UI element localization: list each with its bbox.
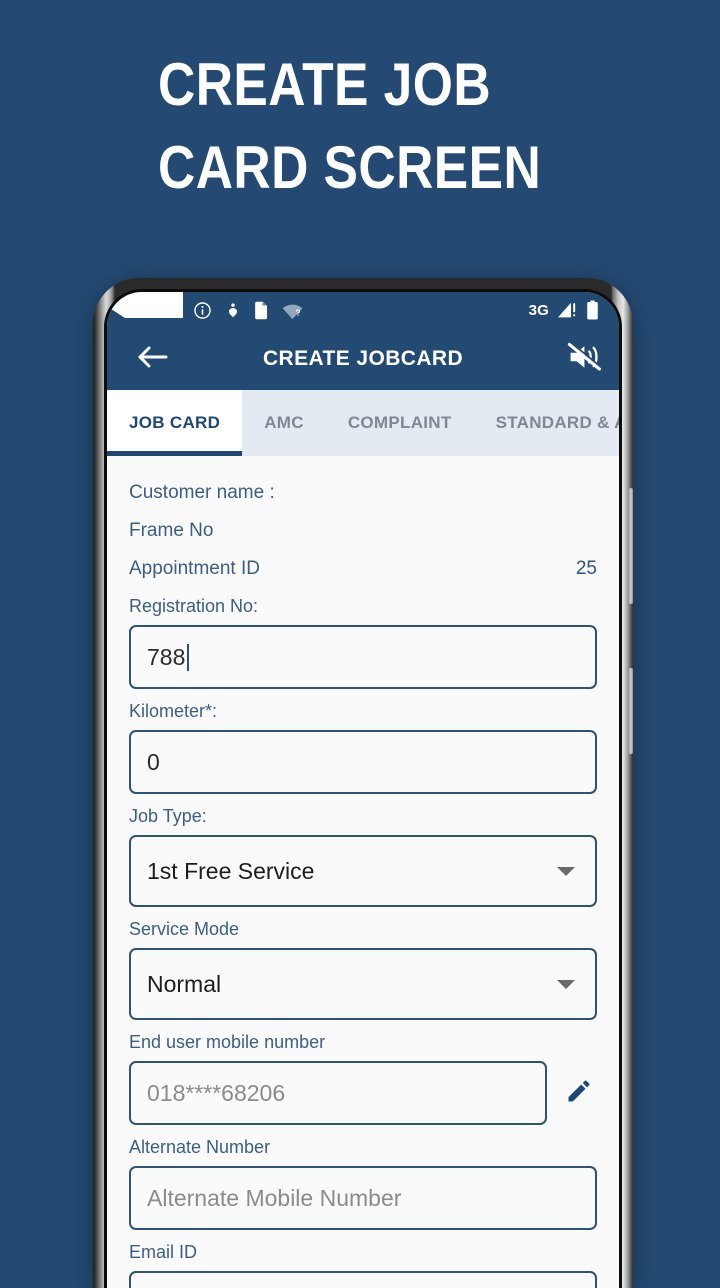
service-mode-value: Normal — [147, 970, 222, 997]
registration-no-label: Registration No: — [129, 596, 259, 616]
tab-amc-label: AMC — [264, 413, 304, 432]
end-user-mobile-row: 018****68206 — [129, 1061, 597, 1125]
status-bar-left-icons: ? — [193, 301, 303, 320]
power-button[interactable] — [628, 668, 633, 754]
kilometer-label: Kilometer*: — [129, 701, 218, 721]
kilometer-value: 0 — [147, 748, 160, 775]
info-row-appointment-id: Appointment ID 25 — [129, 558, 597, 580]
notch-cutout — [107, 292, 183, 318]
app-bar: CREATE JOBCARD — [107, 328, 619, 390]
chevron-down-icon — [557, 979, 575, 989]
wifi-unknown-icon: ? — [282, 301, 303, 320]
chevron-down-icon — [557, 866, 575, 876]
info-row-customer-name: Customer name : — [129, 482, 597, 504]
tab-complaint-label: COMPLAINT — [347, 413, 452, 432]
appointment-id-value: 25 — [575, 558, 597, 579]
tab-complaint[interactable]: COMPLAINT — [326, 390, 474, 456]
job-card-form: Customer name : Frame No Appointment ID … — [107, 456, 619, 1288]
alternate-number-label: Alternate Number — [129, 1137, 271, 1157]
customer-name-label: Customer name : — [129, 482, 275, 503]
promo-heading-line-2: CARD SCREEN — [158, 133, 542, 201]
job-type-value: 1st Free Service — [147, 857, 315, 884]
end-user-mobile-placeholder: 018****68206 — [147, 1079, 286, 1106]
back-button[interactable] — [131, 337, 175, 381]
job-type-label: Job Type: — [129, 806, 207, 826]
status-bar: ? 3G — [107, 292, 619, 328]
email-id-label: Email ID — [129, 1242, 198, 1262]
tab-standard-accessories-label: STANDARD & ACCE — [495, 413, 619, 432]
edit-mobile-button[interactable] — [561, 1075, 597, 1111]
status-bar-right-icons: 3G — [529, 300, 599, 320]
alternate-number-input[interactable]: Alternate Mobile Number — [129, 1166, 597, 1230]
pencil-edit-icon — [565, 1077, 593, 1110]
field-email-id: Email ID Email ID — [129, 1242, 597, 1288]
signal-warning-icon — [557, 301, 578, 320]
page-title: CREATE JOBCARD — [262, 347, 464, 370]
info-icon — [193, 301, 212, 320]
field-kilometer: Kilometer*: 0 — [129, 701, 597, 794]
text-caret — [187, 643, 190, 671]
tab-job-card[interactable]: JOB CARD — [107, 390, 243, 456]
tab-job-card-label: JOB CARD — [129, 413, 221, 432]
registration-no-input[interactable]: 788 — [129, 625, 597, 689]
svg-text:?: ? — [296, 307, 301, 317]
phone-bezel: ? 3G CREATE JOBCARD JOB CARD AMC COMPLAI… — [104, 289, 622, 1288]
tab-bar[interactable]: JOB CARD AMC COMPLAINT STANDARD & ACCE — [107, 390, 619, 456]
field-end-user-mobile: End user mobile number 018****68206 — [129, 1032, 597, 1125]
promo-heading: CREATE JOB CARD SCREEN — [158, 44, 562, 210]
job-type-select[interactable]: 1st Free Service — [129, 835, 597, 907]
back-arrow-icon — [137, 344, 169, 375]
kilometer-input[interactable]: 0 — [129, 730, 597, 794]
bluetooth-audio-icon — [225, 301, 241, 320]
promo-heading-line-1: CREATE JOB — [158, 51, 492, 118]
frame-no-label: Frame No — [129, 520, 214, 541]
end-user-mobile-label: End user mobile number — [129, 1032, 326, 1052]
sd-card-icon — [254, 301, 269, 320]
end-user-mobile-input[interactable]: 018****68206 — [129, 1061, 547, 1125]
registration-no-value: 788 — [147, 643, 186, 670]
tab-amc[interactable]: AMC — [242, 390, 326, 456]
battery-icon — [586, 300, 599, 320]
field-job-type: Job Type: 1st Free Service — [129, 806, 597, 907]
field-alternate-number: Alternate Number Alternate Mobile Number — [129, 1137, 597, 1230]
network-type-label: 3G — [528, 301, 549, 319]
service-mode-label: Service Mode — [129, 919, 240, 939]
service-mode-select[interactable]: Normal — [129, 948, 597, 1020]
info-row-frame-no: Frame No — [129, 520, 597, 542]
mute-toggle-button[interactable] — [563, 337, 607, 381]
appointment-id-label: Appointment ID — [129, 558, 260, 579]
alternate-number-placeholder: Alternate Mobile Number — [147, 1184, 402, 1211]
volume-rocker-button[interactable] — [628, 488, 633, 604]
field-service-mode: Service Mode Normal — [129, 919, 597, 1020]
volume-off-icon — [567, 341, 603, 378]
tab-standard-accessories[interactable]: STANDARD & ACCE — [474, 390, 619, 456]
phone-screen: ? 3G CREATE JOBCARD JOB CARD AMC COMPLAI… — [107, 292, 619, 1288]
phone-device-frame: ? 3G CREATE JOBCARD JOB CARD AMC COMPLAI… — [93, 278, 633, 1288]
field-registration-no: Registration No: 788 — [129, 596, 597, 689]
